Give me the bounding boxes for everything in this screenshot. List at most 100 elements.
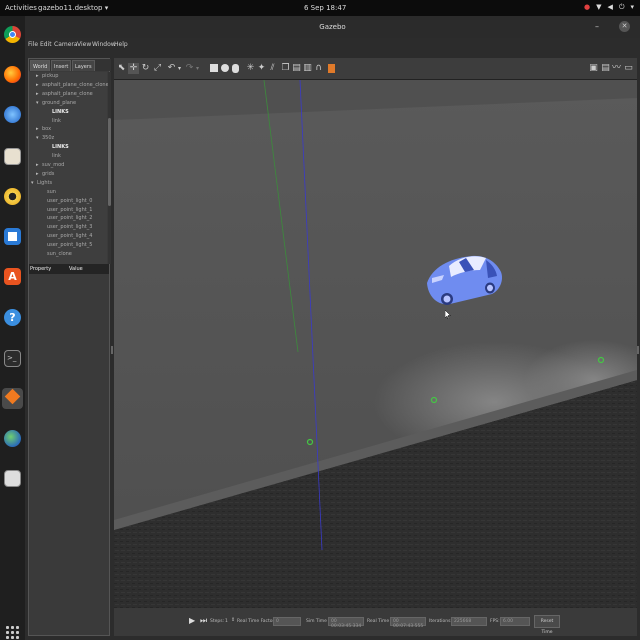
menu-window[interactable]: Window (92, 41, 116, 48)
dock: A ? >_ (0, 16, 25, 640)
play-icon[interactable]: ▶ (189, 616, 195, 625)
menu-file[interactable]: File (28, 41, 38, 48)
property-table-header: Property Value (29, 264, 109, 274)
step-icon[interactable]: ⏭ (200, 616, 207, 626)
tree-item-label: LINKS (52, 144, 69, 151)
tree-item[interactable]: LINKS (46, 144, 69, 152)
time-panel: ▶ ⏭ Steps: 1 ⇕ Real Time Factor: 0 Sim T… (114, 608, 637, 636)
tab-world[interactable]: World (30, 60, 51, 71)
tree-item[interactable]: user_point_light_2 (41, 215, 92, 223)
app-menu[interactable]: gazebo11.desktop ▾ (38, 4, 108, 12)
value-column-header: Value (69, 266, 83, 272)
files-icon[interactable] (4, 148, 21, 165)
tree-item[interactable]: user_point_light_1 (41, 207, 92, 215)
tree-item[interactable]: LINKS (46, 109, 69, 117)
real-time-factor-field: 0 (273, 617, 301, 626)
render-area: ⬉ ✛ ↻ ⤢ ↶ ▾ ↷ ▾ ✳ ✦ ⫽ ❐ ▤ ▥ ∩ ▣ ▤ 〰 ▭ ▶ … (114, 58, 637, 636)
tree-item[interactable]: sun_clone (41, 251, 72, 259)
tree-item-label: grids (42, 170, 55, 177)
plot-icon[interactable]: 〰 (611, 63, 622, 74)
snap-icon[interactable]: ∩ (313, 63, 324, 74)
3d-viewport[interactable] (114, 80, 637, 608)
network-icon[interactable]: ▼ (596, 3, 601, 12)
redo-dropdown-icon[interactable]: ▾ (192, 63, 203, 74)
software-center-icon[interactable]: A (4, 268, 21, 285)
minimize-icon[interactable]: – (595, 22, 599, 31)
system-top-bar: Activities gazebo11.desktop ▾ 6 Sep 18:4… (0, 0, 640, 16)
menu-camera[interactable]: Camera (54, 41, 78, 48)
tree-item[interactable]: sun (41, 189, 56, 197)
chrome-icon[interactable] (4, 26, 21, 43)
scrollbar-thumb[interactable] (108, 118, 111, 206)
tree-item[interactable]: user_point_light_3 (41, 224, 92, 232)
volume-icon[interactable]: ◀ (608, 3, 613, 12)
align-icon[interactable]: ▥ (302, 63, 313, 74)
tree-item-label: sun_clone (47, 251, 72, 257)
terminal-icon[interactable]: >_ (4, 350, 21, 367)
writer-icon[interactable] (4, 228, 21, 245)
video-record-icon[interactable]: ▭ (623, 63, 634, 74)
system-tray[interactable]: ● ▼ ◀ ⏻ ▾ (584, 3, 634, 12)
tree-item[interactable]: link (46, 118, 61, 126)
paste-icon[interactable]: ▤ (291, 63, 302, 74)
box-shape-icon[interactable] (208, 63, 219, 74)
title-bar[interactable]: Gazebo – ✕ (25, 16, 640, 38)
power-icon[interactable]: ⏻ (619, 3, 625, 12)
tab-insert[interactable]: Insert (51, 60, 72, 71)
reset-time-button[interactable]: Reset Time (534, 615, 560, 635)
tree-item[interactable]: ▸ pickup (36, 73, 58, 81)
activities-button[interactable]: Activities (5, 4, 37, 12)
world-tree[interactable]: ▸ pickup ▸ asphalt_plane_clone_clone ▸ asphal… (29, 72, 109, 264)
tree-item[interactable]: ▸ asphalt_plane_clone_clone (36, 82, 109, 90)
sphere-shape-icon[interactable] (219, 63, 230, 74)
right-splitter-handle[interactable] (637, 346, 639, 354)
spot-light-icon[interactable]: ✦ (256, 63, 267, 74)
tree-item[interactable]: user_point_light_0 (41, 198, 92, 206)
chevron-down-icon[interactable]: ▾ (630, 3, 634, 12)
close-icon[interactable]: ✕ (619, 21, 630, 32)
menu-view[interactable]: View (77, 41, 91, 48)
scale-mode-icon[interactable]: ⤢ (152, 63, 163, 74)
tree-item[interactable]: ▸ box (36, 126, 51, 134)
steps-spinner-icon[interactable]: ⇕ (231, 617, 235, 623)
tree-item[interactable]: user_point_light_4 (41, 233, 92, 241)
log-icon[interactable]: ▤ (600, 63, 611, 74)
property-table[interactable] (29, 275, 109, 635)
tree-scrollbar[interactable] (108, 72, 111, 264)
tree-item[interactable]: ▸ suv_mod (36, 162, 64, 170)
tree-item[interactable]: user_point_light_5 (41, 242, 92, 250)
change-view-icon[interactable] (326, 63, 337, 74)
menu-bar: File Edit Camera View Window Help (25, 38, 640, 52)
screenshot-icon[interactable]: ▣ (588, 63, 599, 74)
left-splitter-handle[interactable] (111, 346, 113, 354)
help-icon[interactable]: ? (4, 309, 21, 326)
tree-item[interactable]: link (46, 153, 61, 161)
side-panel: World Insert Layers ▸ pickup ▸ asphalt_plan… (28, 58, 111, 636)
point-light-icon[interactable]: ✳ (245, 63, 256, 74)
directional-light-icon[interactable]: ⫽ (267, 63, 278, 74)
tree-item[interactable]: ▾ ground_plane (36, 100, 76, 108)
select-mode-icon[interactable]: ⬉ (116, 63, 127, 74)
menu-help[interactable]: Help (114, 41, 128, 48)
gazebo-icon[interactable] (2, 388, 23, 409)
record-icon[interactable]: ● (584, 3, 590, 12)
clock[interactable]: 6 Sep 18:47 (304, 4, 346, 12)
menu-edit[interactable]: Edit (40, 41, 52, 48)
globe-icon[interactable] (4, 430, 21, 447)
drive-icon[interactable] (4, 470, 21, 487)
tree-item[interactable]: ▾ Lights (31, 180, 52, 188)
firefox-icon[interactable] (4, 66, 21, 83)
show-apps-icon[interactable] (6, 626, 19, 639)
tree-item[interactable]: ▾ 350z (36, 135, 54, 143)
rhythmbox-icon[interactable] (4, 188, 21, 205)
thunderbird-icon[interactable] (4, 106, 21, 123)
tree-item[interactable]: ▸ asphalt_plane_clone (36, 91, 93, 99)
tab-layers[interactable]: Layers (72, 60, 95, 71)
tree-item-label: user_point_light_0 (47, 197, 93, 204)
copy-icon[interactable]: ❐ (280, 63, 291, 74)
cylinder-shape-icon[interactable] (230, 63, 241, 74)
tree-item[interactable]: ▸ grids (36, 171, 54, 179)
translate-mode-icon[interactable]: ✛ (128, 63, 139, 74)
rotate-mode-icon[interactable]: ↻ (140, 63, 151, 74)
steps-value[interactable]: 1 (225, 619, 228, 624)
